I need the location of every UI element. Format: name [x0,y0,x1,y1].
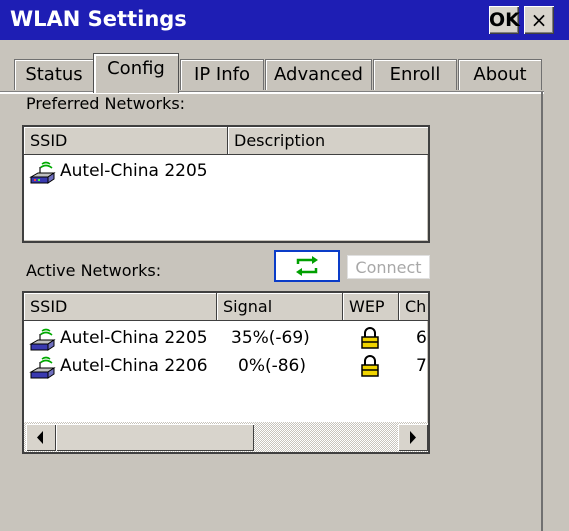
arrow-left-icon [37,431,43,444]
channel-cell: 6 [416,328,427,348]
lock-icon [361,327,379,349]
arrow-right-icon [410,431,416,444]
list-item[interactable]: Autel-China 2205 35%(-69) 6 [24,326,428,351]
tab-panel-right-edge [541,92,543,531]
list-item[interactable]: Autel-China 2206 0%(-86) 7 [24,354,428,379]
ssid-cell: Autel-China 2206 [60,356,208,376]
column-header-description[interactable]: Description [228,127,428,155]
signal-cell: 0%(-86) [238,356,306,376]
tab-ip-info[interactable]: IP Info [180,59,264,90]
network-icon [29,356,56,379]
lock-icon [361,355,379,377]
tab-status[interactable]: Status [14,59,94,90]
active-networks-label: Active Networks: [26,261,162,280]
list-item[interactable]: Autel-China 2205 [24,159,428,184]
ssid-cell: Autel-China 2205 [60,328,208,348]
horizontal-scrollbar[interactable] [24,422,428,452]
column-header-channel[interactable]: Ch [399,293,428,321]
column-header-signal[interactable]: Signal [217,293,343,321]
signal-cell: 35%(-69) [231,328,310,348]
tab-bar: Status Config IP Info Advanced Enroll Ab… [0,40,569,93]
ok-button[interactable]: OK [489,6,520,34]
column-header-ssid[interactable]: SSID [24,293,217,321]
preferred-networks-label: Preferred Networks: [26,94,186,113]
channel-cell: 7 [416,356,427,376]
column-header-wep[interactable]: WEP [343,293,399,321]
column-header-ssid[interactable]: SSID [24,127,228,155]
network-icon [29,328,56,351]
tab-about[interactable]: About [458,59,542,90]
ssid-cell: Autel-China 2205 [60,161,208,181]
scroll-thumb[interactable] [56,424,254,451]
scroll-right-button[interactable] [398,424,428,451]
close-button[interactable]: × [524,6,554,34]
refresh-button[interactable] [274,250,340,282]
scroll-left-button[interactable] [26,424,56,451]
window-title: WLAN Settings [10,7,187,31]
refresh-icon [296,256,318,276]
tab-enroll[interactable]: Enroll [373,59,457,90]
preferred-networks-list[interactable]: SSID Description Autel-China 2205 [22,125,430,243]
title-bar: WLAN Settings OK × [0,0,569,40]
tab-config[interactable]: Config [93,53,179,93]
network-icon [29,161,56,184]
connect-button[interactable]: Connect [347,255,430,279]
active-networks-list[interactable]: SSID Signal WEP Ch Autel-China 2205 35%(… [22,291,430,454]
tab-advanced[interactable]: Advanced [265,59,372,90]
